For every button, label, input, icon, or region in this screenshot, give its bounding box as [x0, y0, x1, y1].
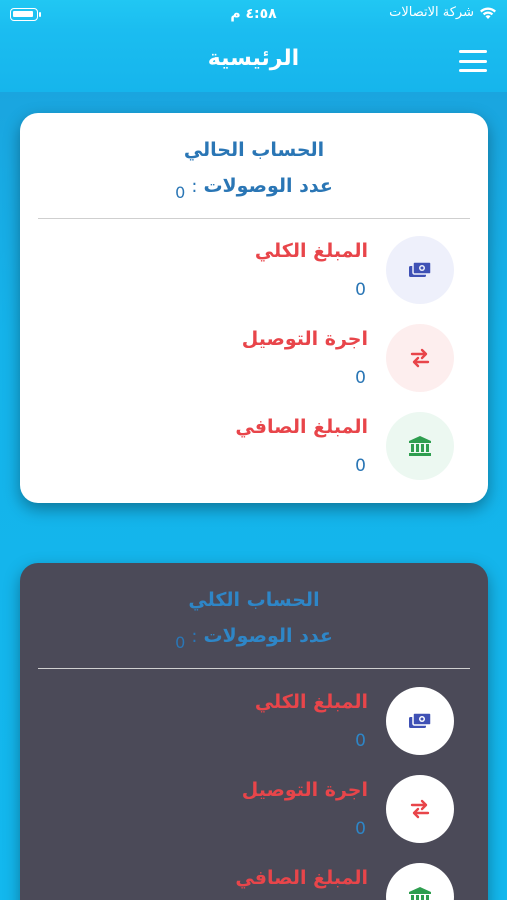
transfer-icon — [386, 324, 454, 392]
app-header: الرئيسية — [0, 30, 507, 92]
net-amount-row: المبلغ الصافي 0 — [20, 863, 488, 900]
row-value: 0 — [355, 819, 366, 839]
row-label: المبلغ الصافي — [235, 416, 368, 438]
bank-icon — [386, 412, 454, 480]
delivery-fee-row: اجرة التوصيل 0 — [20, 324, 488, 404]
wifi-icon — [479, 6, 497, 20]
receipts-label: عدد الوصولات — [203, 175, 333, 197]
card-title: الحساب الحالي — [183, 139, 325, 161]
status-bar: ٤:٥٨ م شركة الاتصالات — [0, 0, 507, 30]
total-amount-row: المبلغ الكلي 0 — [20, 687, 488, 767]
page-title: الرئيسية — [207, 46, 300, 71]
receipts-colon: : — [191, 176, 198, 197]
divider — [38, 668, 470, 669]
card-title: الحساب الكلي — [188, 589, 320, 611]
total-account-card: الحساب الكلي عدد الوصولات : 0 المبلغ الك… — [20, 563, 488, 900]
receipts-colon: : — [191, 626, 198, 647]
money-icon — [386, 236, 454, 304]
receipts-count-row: عدد الوصولات : 0 — [20, 175, 488, 202]
row-label: المبلغ الكلي — [254, 691, 368, 713]
money-icon — [386, 687, 454, 755]
net-amount-row: المبلغ الصافي 0 — [20, 412, 488, 492]
row-label: المبلغ الصافي — [235, 867, 368, 889]
total-amount-row: المبلغ الكلي 0 — [20, 236, 488, 316]
row-value: 0 — [355, 280, 366, 300]
row-label: المبلغ الكلي — [254, 240, 368, 262]
delivery-fee-row: اجرة التوصيل 0 — [20, 775, 488, 855]
row-value: 0 — [355, 456, 366, 476]
row-label: اجرة التوصيل — [241, 779, 368, 801]
current-account-card: الحساب الحالي عدد الوصولات : 0 المبلغ ال… — [20, 113, 488, 503]
menu-icon — [459, 50, 487, 53]
carrier-name: شركة الاتصالات — [389, 5, 474, 20]
row-value: 0 — [355, 731, 366, 751]
row-value: 0 — [355, 368, 366, 388]
transfer-icon — [386, 775, 454, 843]
receipts-value: 0 — [175, 183, 186, 202]
receipts-value: 0 — [175, 633, 186, 652]
divider — [38, 218, 470, 219]
bank-icon — [386, 863, 454, 900]
receipts-count-row: عدد الوصولات : 0 — [20, 625, 488, 652]
menu-button[interactable] — [459, 50, 487, 72]
receipts-label: عدد الوصولات — [203, 625, 333, 647]
status-carrier: شركة الاتصالات — [389, 5, 497, 20]
row-label: اجرة التوصيل — [241, 328, 368, 350]
